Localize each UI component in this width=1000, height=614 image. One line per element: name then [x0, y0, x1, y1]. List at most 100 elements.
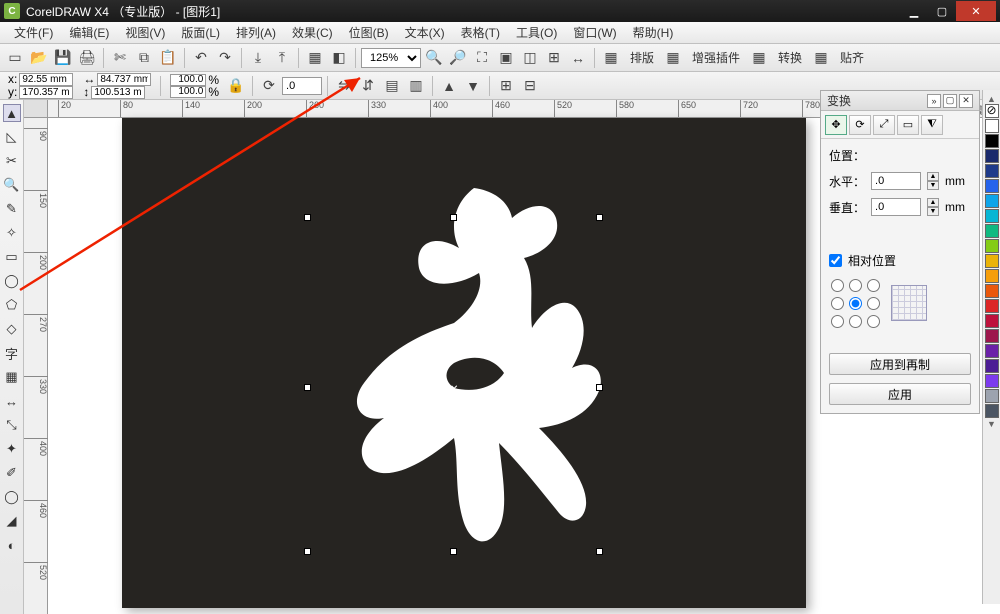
ruler-origin[interactable] — [24, 100, 48, 118]
undo-icon[interactable]: ↶ — [190, 47, 212, 69]
apply-duplicate-button[interactable]: 应用到再制 — [829, 353, 971, 375]
anchor-s[interactable] — [849, 315, 862, 328]
v-input[interactable] — [871, 198, 921, 216]
anchor-nw[interactable] — [831, 279, 844, 292]
import-icon[interactable]: ⤓ — [247, 47, 269, 69]
mirror-h-icon[interactable]: ⇋ — [333, 75, 355, 97]
menu-file[interactable]: 文件(F) — [6, 24, 61, 41]
anchor-e[interactable] — [867, 297, 880, 310]
to-front-icon[interactable]: ▲ — [438, 75, 460, 97]
menu-table[interactable]: 表格(T) — [453, 24, 508, 41]
color-swatch[interactable] — [985, 149, 999, 163]
connector-tool-icon[interactable]: ⤡ — [3, 416, 21, 434]
export-icon[interactable]: ⤒ — [271, 47, 293, 69]
color-swatch[interactable] — [985, 314, 999, 328]
zoom-width-icon[interactable]: ↔ — [567, 47, 589, 69]
print-icon[interactable]: 🖨 — [76, 47, 98, 69]
docker-titlebar[interactable]: 变换 » ▢ ✕ — [821, 91, 979, 111]
zoom-all-icon[interactable]: ⊞ — [543, 47, 565, 69]
outline-tool-icon[interactable]: ◯ — [3, 488, 21, 506]
text-tool-icon[interactable]: 字 — [3, 344, 21, 362]
snap-icon[interactable]: ▦ — [810, 47, 832, 69]
anchor-c[interactable] — [849, 297, 862, 310]
tab-scale-icon[interactable]: ⤢ — [873, 115, 895, 135]
mirror-v-icon[interactable]: ⇵ — [357, 75, 379, 97]
anchor-ne[interactable] — [867, 279, 880, 292]
polygon-tool-icon[interactable]: ⬠ — [3, 296, 21, 314]
apply-button[interactable]: 应用 — [829, 383, 971, 405]
color-swatch[interactable] — [985, 374, 999, 388]
zoom-page-icon[interactable]: ▣ — [495, 47, 517, 69]
color-swatch[interactable] — [985, 269, 999, 283]
app-launcher-icon[interactable]: ▦ — [304, 47, 326, 69]
color-swatch[interactable] — [985, 194, 999, 208]
smart-tool-icon[interactable]: ✧ — [3, 224, 21, 242]
palette-down-icon[interactable]: ▼ — [987, 419, 996, 429]
menu-bitmap[interactable]: 位图(B) — [341, 24, 397, 41]
save-icon[interactable]: 💾 — [52, 47, 74, 69]
y-input[interactable] — [19, 86, 73, 99]
w-input[interactable] — [97, 73, 151, 86]
ellipse-tool-icon[interactable]: ◯ — [3, 272, 21, 290]
h-input[interactable] — [91, 86, 145, 99]
color-swatch[interactable] — [985, 119, 999, 133]
welcome-icon[interactable]: ◧ — [328, 47, 350, 69]
zoom-fit-icon[interactable]: ⛶ — [471, 47, 493, 69]
snap-grid-icon[interactable]: ▦ — [600, 47, 622, 69]
menu-tools[interactable]: 工具(O) — [508, 24, 565, 41]
lock-ratio-icon[interactable]: 🔒 — [225, 75, 247, 97]
menu-window[interactable]: 窗口(W) — [565, 24, 624, 41]
anchor-w[interactable] — [831, 297, 844, 310]
rectangle-tool-icon[interactable]: ▭ — [3, 248, 21, 266]
anchor-n[interactable] — [849, 279, 862, 292]
rotation-input[interactable] — [282, 77, 322, 95]
interactive-fill-icon[interactable]: ◐ — [3, 536, 21, 554]
relative-checkbox[interactable] — [829, 254, 842, 267]
color-swatch[interactable] — [985, 404, 999, 418]
handle-s[interactable] — [450, 548, 457, 555]
to-back-icon[interactable]: ▼ — [462, 75, 484, 97]
zoom-in-icon[interactable]: 🔍 — [423, 47, 445, 69]
shape-tool-icon[interactable]: ◺ — [3, 128, 21, 146]
color-swatch[interactable] — [985, 329, 999, 343]
group-icon[interactable]: ⊞ — [495, 75, 517, 97]
tab-size-icon[interactable]: ▭ — [897, 115, 919, 135]
zoom-sel-icon[interactable]: ◫ — [519, 47, 541, 69]
color-swatch[interactable] — [985, 359, 999, 373]
zoom-select[interactable]: 125% — [361, 48, 421, 68]
group-plugins[interactable]: 增强插件 — [686, 49, 746, 66]
maximize-button[interactable]: ▢ — [928, 1, 956, 21]
table-tool-icon[interactable]: ▦ — [3, 368, 21, 386]
pick-tool-icon[interactable]: ▲ — [3, 104, 21, 122]
handle-nw[interactable] — [304, 214, 311, 221]
menu-layout[interactable]: 版面(L) — [173, 24, 228, 41]
menu-text[interactable]: 文本(X) — [397, 24, 453, 41]
color-swatch[interactable] — [985, 254, 999, 268]
close-button[interactable]: ✕ — [956, 1, 996, 21]
menu-view[interactable]: 视图(V) — [117, 24, 173, 41]
dimension-tool-icon[interactable]: ↔ — [3, 392, 21, 410]
paste-icon[interactable]: 📋 — [157, 47, 179, 69]
group-snap[interactable]: 贴齐 — [834, 49, 870, 66]
color-swatch[interactable] — [985, 134, 999, 148]
convert-icon[interactable]: ▦ — [748, 47, 770, 69]
freehand-tool-icon[interactable]: ✎ — [3, 200, 21, 218]
tab-position-icon[interactable]: ✥ — [825, 115, 847, 135]
docker-collapse-icon[interactable]: » — [927, 94, 941, 108]
tab-rotate-icon[interactable]: ⟳ — [849, 115, 871, 135]
sx-input[interactable] — [170, 74, 206, 86]
eyedropper-tool-icon[interactable]: ✐ — [3, 464, 21, 482]
plugin-icon[interactable]: ▦ — [662, 47, 684, 69]
swatch-none[interactable]: ⊘ — [985, 104, 999, 118]
menu-arrange[interactable]: 排列(A) — [228, 24, 284, 41]
basic-shapes-icon[interactable]: ◇ — [3, 320, 21, 338]
tab-skew-icon[interactable]: ⧨ — [921, 115, 943, 135]
handle-n[interactable] — [450, 214, 457, 221]
anchor-sw[interactable] — [831, 315, 844, 328]
color-swatch[interactable] — [985, 239, 999, 253]
handle-se[interactable] — [596, 548, 603, 555]
redo-icon[interactable]: ↷ — [214, 47, 236, 69]
page-background[interactable]: ✕ — [122, 118, 806, 608]
color-swatch[interactable] — [985, 179, 999, 193]
menu-effects[interactable]: 效果(C) — [284, 24, 341, 41]
